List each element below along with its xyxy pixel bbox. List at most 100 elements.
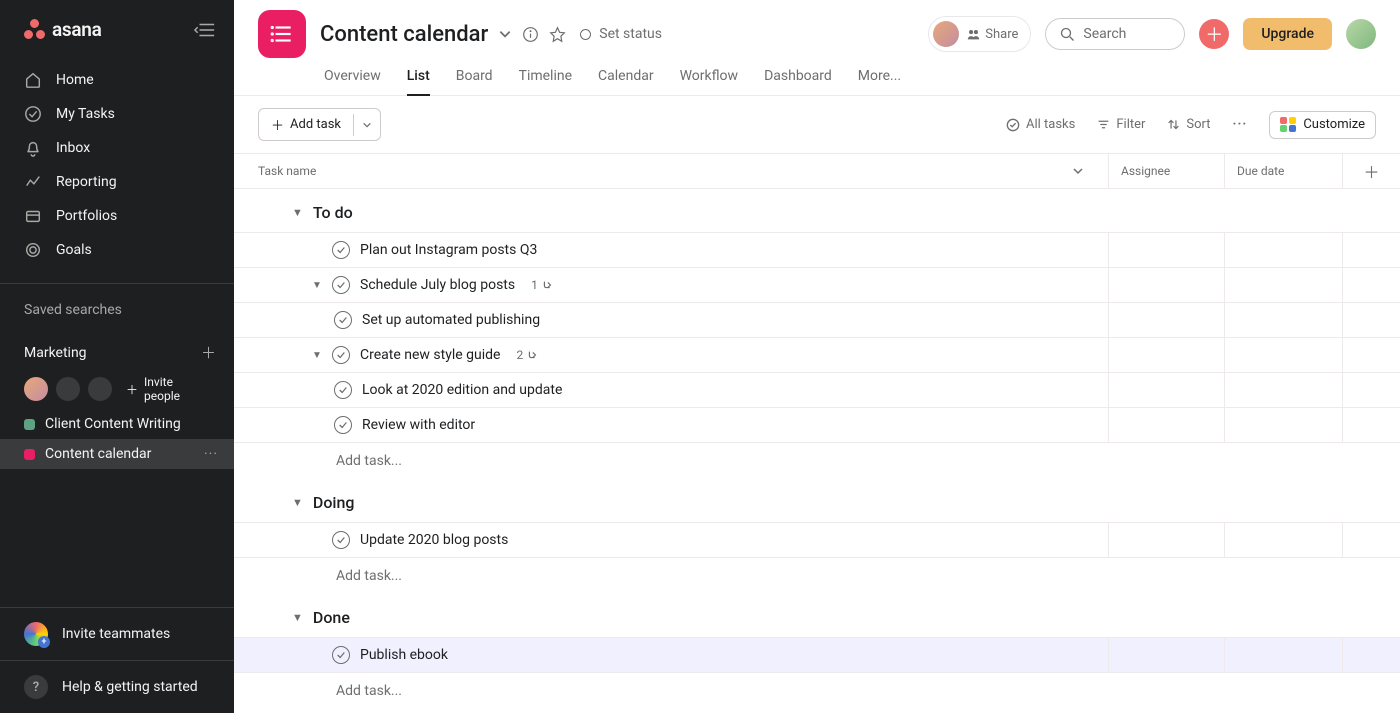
brand-name: asana bbox=[52, 18, 102, 41]
team-header[interactable]: Marketing ＋ bbox=[0, 326, 234, 369]
all-tasks-filter[interactable]: All tasks bbox=[1006, 117, 1075, 132]
search-input[interactable]: Search bbox=[1045, 18, 1185, 50]
complete-task-button[interactable] bbox=[334, 381, 352, 399]
check-icon bbox=[24, 105, 42, 123]
search-icon bbox=[1060, 27, 1075, 42]
task-row[interactable]: Look at 2020 edition and update bbox=[234, 372, 1400, 407]
nav-goals[interactable]: Goals bbox=[0, 233, 234, 267]
collapse-sidebar-button[interactable] bbox=[194, 21, 216, 39]
task-title: Create new style guide bbox=[360, 347, 500, 363]
task-title: Set up automated publishing bbox=[362, 312, 540, 328]
task-title: Look at 2020 edition and update bbox=[362, 382, 562, 398]
project-content-calendar[interactable]: Content calendar··· bbox=[0, 439, 234, 469]
add-column-button[interactable]: ＋ bbox=[1342, 154, 1400, 188]
collapse-section-icon[interactable]: ▼ bbox=[292, 496, 303, 509]
customize-icon bbox=[1280, 117, 1296, 133]
omni-add-button[interactable]: ＋ bbox=[1199, 19, 1229, 49]
home-icon bbox=[24, 71, 42, 89]
tab-dashboard[interactable]: Dashboard bbox=[764, 64, 832, 95]
add-task-inline[interactable]: Add task... bbox=[234, 557, 1400, 594]
tab-board[interactable]: Board bbox=[456, 64, 493, 95]
task-row[interactable]: Set up automated publishing bbox=[234, 302, 1400, 337]
column-headers: Task name Assignee Due date ＋ bbox=[234, 154, 1400, 189]
tab-overview[interactable]: Overview bbox=[324, 64, 381, 95]
nav-my-tasks[interactable]: My Tasks bbox=[0, 97, 234, 131]
sort-button[interactable]: Sort bbox=[1167, 117, 1210, 132]
primary-nav: HomeMy TasksInboxReportingPortfoliosGoal… bbox=[0, 51, 234, 283]
project-client-content-writing[interactable]: Client Content Writing bbox=[0, 409, 234, 439]
add-task-inline[interactable]: Add task... bbox=[234, 442, 1400, 479]
asana-logo-icon bbox=[24, 19, 46, 41]
add-task-button[interactable]: ＋Add task bbox=[258, 108, 381, 141]
collapse-section-icon[interactable]: ▼ bbox=[292, 206, 303, 219]
tab-calendar[interactable]: Calendar bbox=[598, 64, 654, 95]
saved-searches-header[interactable]: Saved searches bbox=[0, 283, 234, 326]
project-color-icon bbox=[24, 449, 35, 460]
tab-more[interactable]: More... bbox=[858, 64, 901, 95]
help-button[interactable]: ? Help & getting started bbox=[0, 660, 234, 713]
task-row[interactable]: Update 2020 blog posts bbox=[234, 522, 1400, 557]
add-task-caret[interactable] bbox=[353, 114, 380, 136]
task-row[interactable]: ▼Schedule July blog posts1 bbox=[234, 267, 1400, 302]
member-avatar[interactable] bbox=[24, 377, 48, 401]
project-menu-chevron[interactable] bbox=[498, 27, 512, 41]
member-avatar[interactable] bbox=[88, 377, 112, 401]
complete-task-button[interactable] bbox=[332, 276, 350, 294]
user-avatar[interactable] bbox=[1346, 19, 1376, 49]
task-row[interactable]: Review with editor bbox=[234, 407, 1400, 442]
section-header[interactable]: ▼Doing bbox=[234, 479, 1400, 522]
task-row[interactable]: Plan out Instagram posts Q3 bbox=[234, 232, 1400, 267]
project-icon[interactable] bbox=[258, 10, 306, 58]
more-actions-button[interactable]: ··· bbox=[1233, 117, 1248, 132]
nav-portfolios[interactable]: Portfolios bbox=[0, 199, 234, 233]
nav-reporting[interactable]: Reporting bbox=[0, 165, 234, 199]
column-due-date[interactable]: Due date bbox=[1224, 154, 1342, 188]
bell-icon bbox=[24, 139, 42, 157]
star-icon[interactable] bbox=[549, 26, 566, 43]
add-task-inline[interactable]: Add task... bbox=[234, 672, 1400, 709]
sort-icon bbox=[1167, 118, 1180, 131]
team-name: Marketing bbox=[24, 345, 87, 361]
complete-task-button[interactable] bbox=[332, 241, 350, 259]
complete-task-button[interactable] bbox=[332, 646, 350, 664]
member-avatar[interactable] bbox=[56, 377, 80, 401]
main-content: Content calendar Set status Share Search… bbox=[234, 0, 1400, 713]
nav-home[interactable]: Home bbox=[0, 63, 234, 97]
add-to-team-button[interactable]: ＋ bbox=[201, 342, 216, 363]
column-task-name[interactable]: Task name bbox=[234, 154, 1108, 188]
upgrade-button[interactable]: Upgrade bbox=[1243, 18, 1332, 50]
section-header[interactable]: ▼To do bbox=[234, 189, 1400, 232]
target-icon bbox=[24, 241, 42, 259]
project-title[interactable]: Content calendar bbox=[320, 22, 488, 47]
complete-task-button[interactable] bbox=[334, 311, 352, 329]
complete-task-button[interactable] bbox=[332, 531, 350, 549]
column-assignee[interactable]: Assignee bbox=[1108, 154, 1224, 188]
collapse-section-icon[interactable]: ▼ bbox=[292, 611, 303, 624]
customize-button[interactable]: Customize bbox=[1269, 111, 1376, 139]
info-icon[interactable] bbox=[522, 26, 539, 43]
complete-task-button[interactable] bbox=[332, 346, 350, 364]
complete-task-button[interactable] bbox=[334, 416, 352, 434]
sidebar: asana HomeMy TasksInboxReportingPortfoli… bbox=[0, 0, 234, 713]
task-title: Schedule July blog posts bbox=[360, 277, 515, 293]
invite-teammates-button[interactable]: Invite teammates bbox=[0, 608, 234, 660]
nav-inbox[interactable]: Inbox bbox=[0, 131, 234, 165]
tab-workflow[interactable]: Workflow bbox=[680, 64, 739, 95]
people-icon bbox=[967, 28, 980, 41]
section-header[interactable]: ▼Done bbox=[234, 594, 1400, 637]
share-button[interactable]: Share bbox=[928, 16, 1031, 52]
expand-subtasks-icon[interactable]: ▼ bbox=[312, 350, 322, 361]
member-avatar bbox=[933, 21, 959, 47]
tab-list[interactable]: List bbox=[407, 64, 430, 96]
asana-logo[interactable]: asana bbox=[24, 18, 102, 41]
task-row[interactable]: Publish ebook bbox=[234, 637, 1400, 672]
set-status-button[interactable]: Set status bbox=[580, 26, 662, 42]
invite-people-button[interactable]: ＋ Invite people bbox=[126, 375, 210, 403]
task-row[interactable]: ▼Create new style guide2 bbox=[234, 337, 1400, 372]
tab-timeline[interactable]: Timeline bbox=[519, 64, 572, 95]
task-title: Publish ebook bbox=[360, 647, 448, 663]
expand-subtasks-icon[interactable]: ▼ bbox=[312, 280, 322, 291]
filter-button[interactable]: Filter bbox=[1097, 117, 1145, 132]
chart-icon bbox=[24, 173, 42, 191]
project-more-icon[interactable]: ··· bbox=[204, 446, 218, 462]
